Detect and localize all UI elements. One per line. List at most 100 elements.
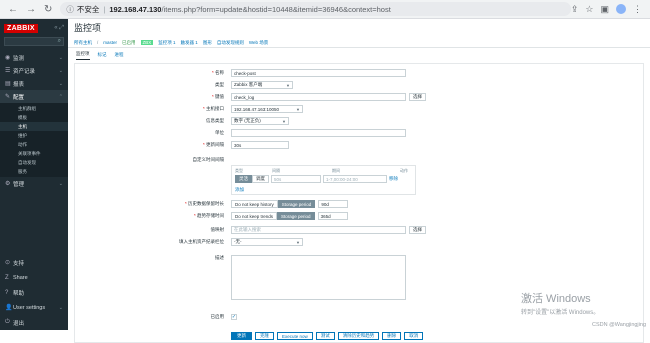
- main-content: 监控项 所有主机 / master 已启用 ZBX 监控项 1 触发器 1 图形…: [68, 19, 650, 330]
- info-type-select[interactable]: 数字 (无正负)▼: [231, 117, 289, 125]
- zbx-badge: ZBX: [141, 40, 154, 45]
- crumb-host[interactable]: master: [103, 40, 117, 45]
- csdn-watermark: CSDN @Wangjingjing: [592, 322, 646, 328]
- history-input[interactable]: 90d: [318, 200, 348, 208]
- share-icon[interactable]: ⇪: [571, 4, 579, 15]
- chevron-down-icon: ⌄: [59, 68, 68, 74]
- submenu-maintenance[interactable]: 维护: [0, 131, 68, 140]
- trends-toggle[interactable]: Do not keep trends Storage period: [231, 212, 315, 220]
- url-host: 192.168.47.130: [109, 5, 161, 14]
- chevron-down-icon: ⌄: [59, 305, 68, 311]
- nav-controls: ← → ↻: [0, 4, 52, 15]
- submenu-discovery[interactable]: 自动发现: [0, 158, 68, 167]
- security-label: 不安全: [77, 4, 100, 15]
- config-submenu: 主机群组 模板 主机 维护 动作 关联项事件 自动发现 服务: [0, 103, 68, 177]
- interface-select[interactable]: 192.168.47.163:10050▼: [231, 105, 303, 113]
- history-toggle[interactable]: Do not keep history Storage period: [231, 200, 315, 208]
- menu-item-configuration[interactable]: ✎ 配置 ⌃: [0, 90, 68, 103]
- delete-button[interactable]: 删除: [382, 332, 401, 340]
- remove-link[interactable]: 移除: [389, 176, 398, 182]
- name-input[interactable]: check-post: [231, 69, 406, 77]
- key-input[interactable]: check_log: [231, 93, 406, 101]
- zabbix-logo: ZABBIX: [4, 24, 38, 33]
- chevron-down-icon: ▼: [286, 83, 290, 88]
- tab-item[interactable]: 监控项: [76, 51, 90, 60]
- back-icon[interactable]: ←: [8, 4, 18, 15]
- crumb-items[interactable]: 监控项 1: [158, 40, 175, 46]
- key-select-button[interactable]: 选择: [409, 93, 426, 101]
- menu-item-help[interactable]: ? 帮助: [0, 285, 68, 300]
- check-icon: ✓: [232, 314, 236, 320]
- type-select[interactable]: Zabbix 客户端▼: [231, 81, 293, 89]
- browser-actions: ⇪ ☆ ▣ ⋮: [571, 4, 650, 15]
- windows-activation-watermark: 激活 Windows 转到"设置"以激活 Windows。: [521, 290, 599, 316]
- form-actions: 更新 克隆 Execute now 测试 清除历史和趋势 删除 取消: [231, 332, 423, 340]
- add-interval-link[interactable]: 添加: [235, 187, 244, 193]
- chevron-down-icon: ⌄: [59, 55, 68, 61]
- help-icon: ?: [5, 290, 13, 296]
- menu-item-share[interactable]: Z Share: [0, 270, 68, 285]
- submenu-event-correlation[interactable]: 关联项事件: [0, 149, 68, 158]
- menu-item-user-settings[interactable]: 👤 User settings ⌄: [0, 300, 68, 315]
- tab-tags[interactable]: 标记: [98, 52, 107, 60]
- tab-preprocessing[interactable]: 进程: [115, 52, 124, 60]
- main-menu: ◉ 监测 ⌄ ☰ 资产记录 ⌄ ▤ 报表 ⌄ ✎ 配置 ⌃ 主机群组 模板 主机…: [0, 51, 68, 190]
- chevron-down-icon: ⌄: [59, 81, 68, 87]
- units-input[interactable]: [231, 129, 406, 137]
- collapse-icon[interactable]: « ⤢: [54, 25, 64, 32]
- menu-item-support[interactable]: ⊙ 支持: [0, 255, 68, 270]
- chevron-up-icon: ⌃: [59, 94, 68, 100]
- user-icon: 👤: [5, 304, 13, 311]
- menu-item-reports[interactable]: ▤ 报表 ⌄: [0, 77, 68, 90]
- execute-now-button[interactable]: Execute now: [277, 332, 313, 340]
- list-icon: ☰: [5, 67, 13, 74]
- value-map-input[interactable]: 在此输入搜索: [231, 226, 406, 234]
- custom-interval-input[interactable]: 50s: [271, 175, 321, 183]
- breadcrumb: 所有主机 / master 已启用 ZBX 监控项 1 触发器 1 图形 自动发…: [68, 38, 650, 48]
- chevron-down-icon: ⌄: [59, 181, 68, 187]
- test-button[interactable]: 测试: [316, 332, 335, 340]
- address-bar[interactable]: ⓘ 不安全 | 192.168.47.130/items.php?form=up…: [60, 2, 570, 16]
- search-icon: ⌕: [58, 38, 61, 45]
- menu-item-monitoring[interactable]: ◉ 监测 ⌄: [0, 51, 68, 64]
- browser-toolbar: ← → ↻ ⓘ 不安全 | 192.168.47.130/items.php?f…: [0, 0, 650, 19]
- inventory-select[interactable]: -无-▼: [231, 238, 303, 246]
- menu-item-signout[interactable]: ⏻ 退出: [0, 315, 68, 330]
- update-button[interactable]: 更新: [231, 332, 252, 340]
- submenu-hosts[interactable]: 主机: [0, 122, 68, 131]
- menu-item-inventory[interactable]: ☰ 资产记录 ⌄: [0, 64, 68, 77]
- menu-item-administration[interactable]: ⚙ 管理 ⌄: [0, 177, 68, 190]
- star-icon[interactable]: ☆: [585, 4, 593, 15]
- submenu-services[interactable]: 服务: [0, 167, 68, 176]
- chevron-down-icon: ▼: [282, 119, 286, 124]
- reload-icon[interactable]: ↻: [44, 4, 52, 15]
- extensions-icon[interactable]: ▣: [600, 4, 609, 15]
- crumb-all-hosts[interactable]: 所有主机: [74, 40, 92, 46]
- power-icon: ⏻: [5, 319, 13, 326]
- crumb-web[interactable]: Web 场景: [249, 40, 268, 46]
- interval-type-toggle[interactable]: 灵活 调度: [235, 175, 269, 183]
- crumb-graphs[interactable]: 图形: [203, 40, 212, 46]
- crumb-discovery[interactable]: 自动发现规则: [217, 40, 244, 46]
- clear-history-button[interactable]: 清除历史和趋势: [338, 332, 380, 340]
- interval-row: 灵活 调度 50s 1-7,00:00-24:00 移除: [235, 175, 398, 183]
- submenu-templates[interactable]: 模板: [0, 113, 68, 122]
- forward-icon[interactable]: →: [26, 4, 36, 15]
- description-textarea[interactable]: [231, 255, 406, 300]
- value-map-select-button[interactable]: 选择: [409, 226, 426, 234]
- crumb-triggers[interactable]: 触发器 1: [181, 40, 198, 46]
- enabled-checkbox[interactable]: ✓: [231, 314, 237, 320]
- search-input[interactable]: ⌕: [4, 37, 64, 46]
- submenu-host-groups[interactable]: 主机群组: [0, 104, 68, 113]
- chevron-down-icon: ▼: [296, 107, 300, 112]
- custom-period-input[interactable]: 1-7,00:00-24:00: [323, 175, 387, 183]
- warning-icon: ⓘ: [66, 4, 74, 15]
- avatar[interactable]: [616, 4, 626, 14]
- wrench-icon: ✎: [5, 93, 13, 100]
- interval-input[interactable]: 30s: [231, 141, 289, 149]
- menu-icon[interactable]: ⋮: [633, 4, 642, 15]
- cancel-button[interactable]: 取消: [404, 332, 423, 340]
- trends-input[interactable]: 365d: [318, 212, 348, 220]
- clone-button[interactable]: 克隆: [255, 332, 274, 340]
- submenu-actions[interactable]: 动作: [0, 140, 68, 149]
